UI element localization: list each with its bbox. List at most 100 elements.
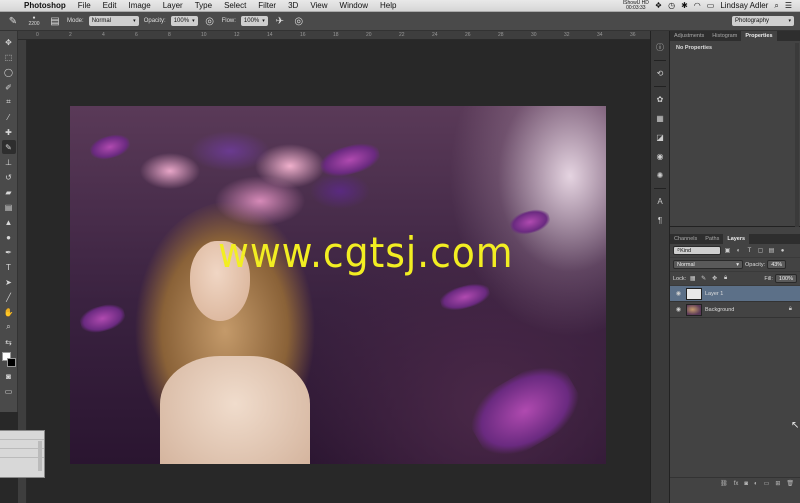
layer-filter-select[interactable]: ⌕ Kind xyxy=(673,246,721,255)
quick-selection-tool-icon[interactable]: ✐ xyxy=(2,80,16,94)
menu-file[interactable]: File xyxy=(72,1,97,10)
menu-app-name[interactable]: Photoshop xyxy=(18,1,72,10)
history-brush-tool-icon[interactable]: ↺ xyxy=(2,170,16,184)
fill-field[interactable]: 100% xyxy=(774,274,797,283)
brush-tool-icon[interactable]: ✎ xyxy=(1,140,16,154)
tab-histogram[interactable]: Histogram xyxy=(708,31,741,41)
menu-layer[interactable]: Layer xyxy=(157,1,189,10)
eye-icon[interactable]: ◉ xyxy=(674,305,683,314)
filter-smart-object-icon[interactable]: ▤ xyxy=(767,246,776,255)
background-color-swatch[interactable] xyxy=(6,358,16,367)
user-name[interactable]: Lindsay Adler xyxy=(720,1,768,10)
mode-select[interactable]: Normal ▾ xyxy=(88,16,139,26)
path-selection-tool-icon[interactable]: ➤ xyxy=(2,275,16,289)
wifi-icon[interactable]: ◠ xyxy=(694,1,701,10)
layer-opacity-field[interactable]: 43% xyxy=(767,260,787,269)
crop-tool-icon[interactable]: ⌗ xyxy=(2,95,16,109)
pressure-size-icon[interactable]: ◎ xyxy=(292,14,306,28)
delete-layer-icon[interactable]: 🗑︎ xyxy=(786,480,794,487)
adjustments-panel-icon[interactable]: ✺ xyxy=(653,169,667,182)
horizontal-ruler[interactable]: 0 2 4 6 8 10 12 14 16 18 20 22 24 26 28 30 32 34 36 xyxy=(18,31,650,40)
menu-image[interactable]: Image xyxy=(122,1,156,10)
color-swatches[interactable] xyxy=(1,352,16,368)
styles-panel-icon[interactable]: ◪ xyxy=(653,131,667,144)
layer-row[interactable]: ◉ Layer 1 xyxy=(670,286,800,302)
tab-channels[interactable]: Channels xyxy=(670,234,701,244)
gradient-tool-icon[interactable]: ▤ xyxy=(2,200,16,214)
workspace-select[interactable]: Photography ▾ xyxy=(732,16,794,26)
add-mask-icon[interactable]: ◙ xyxy=(744,481,748,487)
lock-position-icon[interactable]: ✥ xyxy=(710,274,719,283)
layer-row[interactable]: ◉ Background 🔒︎ xyxy=(670,302,800,318)
document-canvas[interactable]: www.cgtsj.com xyxy=(27,40,650,503)
pen-tool-icon[interactable]: ✒ xyxy=(2,245,16,259)
actions-panel-icon[interactable]: ✿ xyxy=(653,93,667,106)
notification-center-icon[interactable]: ☰ xyxy=(785,1,792,10)
info-panel-icon[interactable]: ⓘ xyxy=(653,41,667,54)
eyedropper-tool-icon[interactable]: ⁄ xyxy=(2,110,16,124)
lock-pixels-icon[interactable]: ✎ xyxy=(699,274,708,283)
properties-scrollbar[interactable] xyxy=(795,43,799,227)
move-tool-icon[interactable]: ✥ xyxy=(2,35,16,49)
paragraph-panel-icon[interactable]: ¶ xyxy=(653,214,667,227)
filter-adjustment-icon[interactable]: ◐ xyxy=(734,246,743,255)
brush-size-picker[interactable]: ● 2200 xyxy=(25,15,43,27)
hand-tool-icon[interactable]: ✋ xyxy=(2,305,16,319)
eye-icon[interactable]: ◉ xyxy=(674,289,683,298)
new-group-icon[interactable]: ▭ xyxy=(764,480,770,487)
artwork-image[interactable]: www.cgtsj.com xyxy=(70,106,606,464)
menu-window[interactable]: Window xyxy=(334,1,374,10)
flow-field[interactable]: 100% ▾ xyxy=(240,16,268,26)
default-colors-icon[interactable]: ⇆ xyxy=(2,335,16,349)
tab-paths[interactable]: Paths xyxy=(701,234,723,244)
menu-view[interactable]: View xyxy=(304,1,333,10)
dodge-tool-icon[interactable]: ● xyxy=(2,230,16,244)
quick-mask-icon[interactable]: ◙ xyxy=(2,369,16,383)
character-panel-icon[interactable]: A xyxy=(653,195,667,208)
menu-help[interactable]: Help xyxy=(374,1,402,10)
brush-tool-preset-icon[interactable]: ✎ xyxy=(6,14,20,28)
zoom-tool-icon[interactable]: ⌕ xyxy=(2,320,16,334)
brush-panel-toggle-icon[interactable]: ▤ xyxy=(48,14,62,28)
healing-brush-tool-icon[interactable]: ✚ xyxy=(2,125,16,139)
filter-pixel-icon[interactable]: ▣ xyxy=(723,246,732,255)
swatches-panel-icon[interactable]: ▦ xyxy=(653,112,667,125)
menu-3d[interactable]: 3D xyxy=(282,1,304,10)
spotlight-icon[interactable]: ⌕ xyxy=(774,1,778,11)
shape-tool-icon[interactable]: ╱ xyxy=(2,290,16,304)
floating-panel-scrollbar[interactable] xyxy=(38,441,42,471)
tab-layers[interactable]: Layers xyxy=(723,234,750,244)
menu-type[interactable]: Type xyxy=(189,1,218,10)
type-tool-icon[interactable]: T xyxy=(2,260,16,274)
link-layers-icon[interactable]: ⛓ xyxy=(720,480,728,487)
menu-edit[interactable]: Edit xyxy=(97,1,123,10)
color-panel-icon[interactable]: ◉ xyxy=(653,150,667,163)
clone-stamp-tool-icon[interactable]: ⊥ xyxy=(2,155,16,169)
filter-toggle-icon[interactable]: ● xyxy=(778,246,787,255)
pressure-opacity-icon[interactable]: ◎ xyxy=(203,14,217,28)
tab-properties[interactable]: Properties xyxy=(741,31,777,41)
blur-tool-icon[interactable]: ▲ xyxy=(2,215,16,229)
recorder-status[interactable]: IShowU HD 00:03:33 xyxy=(623,0,649,11)
new-layer-icon[interactable]: ⊞ xyxy=(775,480,780,487)
lock-all-icon[interactable]: 🔒︎ xyxy=(721,274,730,283)
lock-transparency-icon[interactable]: ▦ xyxy=(688,274,697,283)
floating-panel[interactable] xyxy=(0,430,45,478)
layer-style-icon[interactable]: fx xyxy=(734,481,739,487)
lasso-tool-icon[interactable]: ◯ xyxy=(2,65,16,79)
menu-filter[interactable]: Filter xyxy=(252,1,282,10)
marquee-tool-icon[interactable]: ⬚ xyxy=(2,50,16,64)
time-machine-icon[interactable]: ◷ xyxy=(668,1,675,10)
floating-panel-titlebar[interactable] xyxy=(0,431,44,440)
opacity-field[interactable]: 100% ▾ xyxy=(170,16,198,26)
airbrush-icon[interactable]: ✈ xyxy=(273,14,287,28)
tab-adjustments[interactable]: Adjustments xyxy=(670,31,708,41)
screen-mode-icon[interactable]: ▭ xyxy=(2,384,16,398)
dropbox-icon[interactable]: ❖ xyxy=(655,1,662,10)
adjustment-layer-icon[interactable]: ◐ xyxy=(754,481,758,487)
bluetooth-icon[interactable]: ✱ xyxy=(681,1,688,10)
menu-select[interactable]: Select xyxy=(218,1,252,10)
eraser-tool-icon[interactable]: ▰ xyxy=(2,185,16,199)
blend-mode-select[interactable]: Normal ▾ xyxy=(673,260,743,269)
filter-type-icon[interactable]: T xyxy=(745,246,754,255)
